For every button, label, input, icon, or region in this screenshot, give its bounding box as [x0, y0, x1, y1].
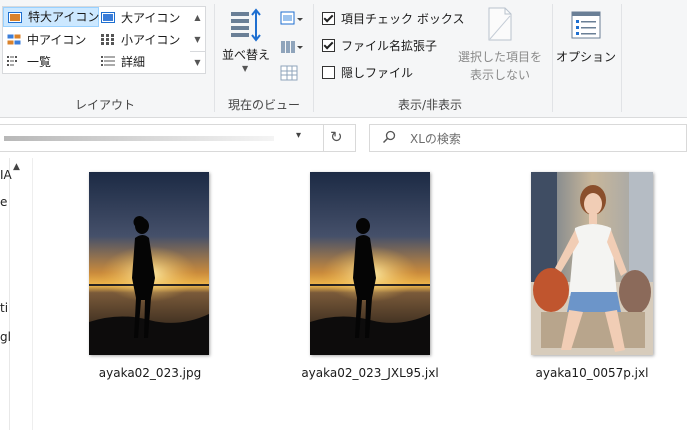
navigation-pane: ▲ IA e ti gl: [0, 158, 33, 430]
separator: [621, 4, 622, 112]
layout-small-icons[interactable]: 小アイコン: [97, 30, 189, 50]
layout-extra-large-icons[interactable]: 特大アイコン: [3, 7, 99, 27]
hide-selected-items-button[interactable]: 選択した項目を 表示しない: [452, 6, 548, 86]
sort-by-button[interactable]: 並べ替え ▼: [220, 6, 272, 86]
layout-item-label: 小アイコン: [121, 33, 181, 47]
hide-selected-line2: 表示しない: [469, 68, 530, 82]
separator: [552, 4, 553, 112]
checkbox-unchecked[interactable]: [322, 66, 335, 79]
sunset-silhouette-thumbnail: [310, 172, 430, 355]
small-icons-icon: [101, 34, 114, 45]
layout-item-label: 中アイコン: [27, 33, 87, 47]
nav-item-fragment[interactable]: IA: [0, 168, 12, 182]
address-bar[interactable]: ▾ ↻: [0, 124, 356, 152]
file-thumbnail[interactable]: [531, 172, 653, 355]
nav-item-fragment[interactable]: ti: [0, 301, 8, 315]
layout-details[interactable]: 詳細: [97, 52, 189, 72]
separator: [323, 125, 324, 151]
hide-selected-label: 選択した項目を 表示しない: [452, 48, 548, 84]
sort-by-label: 並べ替え: [221, 48, 270, 62]
file-thumbnail[interactable]: [310, 172, 430, 355]
show-hide-group-label: 表示/非表示: [397, 98, 463, 112]
options-button[interactable]: オプション: [556, 6, 616, 86]
add-columns-icon: [281, 41, 303, 53]
refresh-icon[interactable]: ↻: [330, 128, 343, 146]
gallery-down-icon[interactable]: ▼: [190, 29, 205, 51]
layout-item-label: 詳細: [121, 55, 146, 69]
list-icon: [7, 56, 17, 66]
hidden-items-toggle[interactable]: 隠しファイル: [322, 63, 413, 83]
nav-item-fragment[interactable]: e: [0, 195, 7, 209]
add-columns-button[interactable]: [280, 38, 304, 56]
address-path-blurred: [4, 136, 274, 141]
checkbox-checked[interactable]: [322, 12, 335, 25]
large-icons-icon: [101, 12, 115, 23]
layout-item-label: 一覧: [27, 55, 52, 69]
file-name[interactable]: ayaka02_023.jpg: [80, 366, 220, 380]
group-by-button[interactable]: [280, 10, 304, 28]
item-checkboxes-label: 項目チェック ボックス: [341, 12, 465, 26]
search-icon: [382, 130, 396, 144]
size-columns-icon: [280, 65, 298, 81]
options-label: オプション: [556, 50, 617, 64]
layout-medium-icons[interactable]: 中アイコン: [3, 30, 95, 50]
separator: [214, 4, 215, 112]
group-by-icon: [280, 11, 303, 25]
search-input[interactable]: XLの検索: [369, 124, 687, 152]
layout-gallery: 特大アイコン 大アイコン 中アイコン 小アイコン 一覧 詳細: [2, 6, 192, 74]
item-checkboxes-toggle[interactable]: 項目チェック ボックス: [322, 9, 464, 29]
nav-item-fragment[interactable]: gl: [0, 330, 11, 344]
size-columns-button[interactable]: [280, 64, 304, 82]
nav-scrollbar[interactable]: [9, 158, 10, 430]
checkbox-checked[interactable]: [322, 39, 335, 52]
file-extensions-label: ファイル名拡張子: [341, 39, 438, 53]
chevron-down-icon: ▼: [242, 64, 249, 73]
medium-icons-icon: [7, 34, 21, 45]
hide-selected-line1: 選択した項目を: [457, 50, 542, 64]
file-name[interactable]: ayaka02_023_JXL95.jxl: [290, 366, 450, 380]
gallery-up-icon[interactable]: ▲: [190, 7, 205, 29]
gallery-more-icon[interactable]: ▼: [190, 51, 205, 74]
layout-item-label: 特大アイコン: [28, 10, 100, 24]
file-thumbnail[interactable]: [89, 172, 209, 355]
ribbon: 特大アイコン 大アイコン 中アイコン 小アイコン 一覧 詳細 ▲ ▼ ▼ レイア…: [0, 0, 687, 118]
hide-selected-icon: [488, 7, 512, 41]
layout-gallery-scroll: ▲ ▼ ▼: [190, 6, 206, 74]
layout-large-icons[interactable]: 大アイコン: [97, 8, 189, 28]
separator: [313, 4, 314, 112]
chevron-down-icon[interactable]: ▾: [296, 130, 301, 141]
file-extensions-toggle[interactable]: ファイル名拡張子: [322, 36, 437, 56]
scroll-up-icon[interactable]: ▲: [13, 162, 20, 172]
layout-item-label: 大アイコン: [121, 11, 181, 25]
portrait-photo-thumbnail: [531, 172, 653, 355]
layout-list[interactable]: 一覧: [3, 52, 95, 72]
pane-divider: [32, 158, 33, 430]
search-placeholder: XLの検索: [410, 132, 461, 146]
address-toolbar: ▾ ↻ XLの検索: [0, 118, 687, 158]
sunset-silhouette-thumbnail: [89, 172, 209, 355]
hidden-items-label: 隠しファイル: [341, 66, 414, 80]
current-view-group-label: 現在のビュー: [227, 98, 300, 112]
details-icon: [101, 56, 115, 66]
layout-group-label: レイアウト: [74, 98, 135, 112]
extra-large-icons-icon: [8, 12, 22, 23]
options-icon: [571, 11, 601, 39]
sort-icon: [231, 8, 261, 42]
file-name[interactable]: ayaka10_0057p.jxl: [520, 366, 664, 380]
